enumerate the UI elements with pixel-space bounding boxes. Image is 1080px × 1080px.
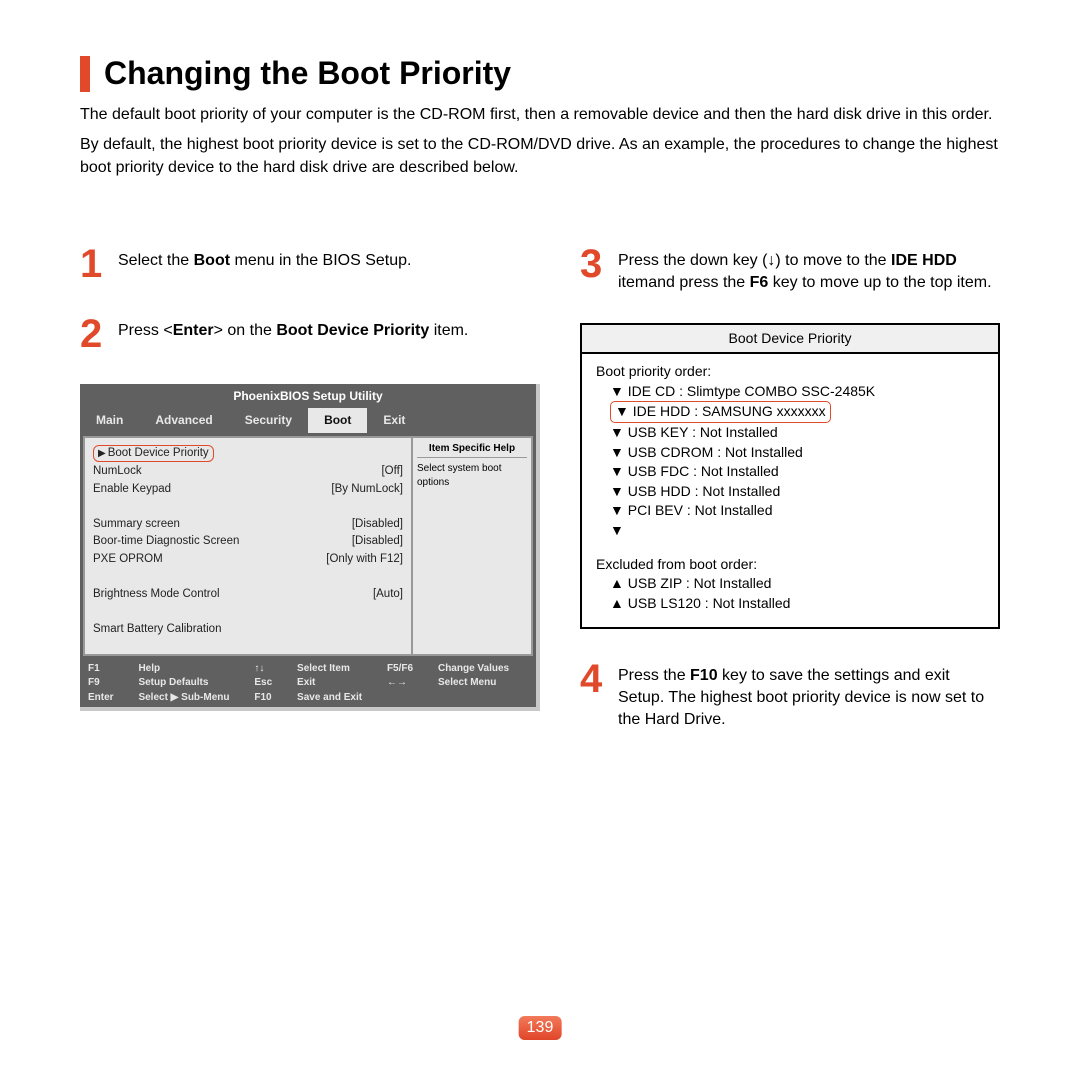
bios-row-brightness: Brightness Mode Control (93, 587, 220, 603)
bios-tab-boot: Boot (308, 408, 367, 432)
step-text-4: Press the F10 key to save the settings a… (618, 659, 1000, 730)
bios-tab-exit: Exit (367, 408, 421, 432)
bios-help-text: Select system boot options (417, 462, 527, 489)
right-column: 3 Press the down key (↓) to move to the … (580, 244, 1000, 760)
priority-item: ▼ (596, 521, 984, 541)
bios-title: PhoenixBIOS Setup Utility (80, 384, 536, 408)
bios-tabs: Main Advanced Security Boot Exit (80, 408, 536, 432)
bios-row-diag: Boor-time Diagnostic Screen (93, 534, 239, 550)
bios-tab-main: Main (80, 408, 139, 432)
priority-item: ▼ USB FDC : Not Installed (596, 462, 984, 482)
excluded-item: ▲ USB LS120 : Not Installed (596, 594, 984, 614)
excluded-item: ▲ USB ZIP : Not Installed (596, 574, 984, 594)
priority-item: ▼ USB CDROM : Not Installed (596, 443, 984, 463)
page-title: Changing the Boot Priority (104, 55, 511, 92)
priority-item: ▼ USB KEY : Not Installed (596, 423, 984, 443)
priority-item: ▼ USB HDD : Not Installed (596, 482, 984, 502)
step-number-3: 3 (580, 244, 608, 293)
step-text-2: Press <Enter> on the Boot Device Priorit… (118, 314, 468, 354)
intro-text-2: By default, the highest boot priority de… (80, 134, 1000, 179)
bios-help-panel: Item Specific Help Select system boot op… (411, 438, 531, 654)
boot-priority-box: Boot Device Priority Boot priority order… (580, 323, 1000, 629)
bios-row-enable-keypad: Enable Keypad (93, 482, 171, 498)
excluded-label: Excluded from boot order: (596, 555, 984, 575)
intro-text-1: The default boot priority of your comput… (80, 104, 1000, 126)
page-number: 139 (519, 1016, 562, 1040)
bios-help-title: Item Specific Help (417, 442, 527, 459)
step-number-1: 1 (80, 244, 108, 284)
boot-priority-order-label: Boot priority order: (596, 362, 984, 382)
bios-tab-security: Security (229, 408, 308, 432)
priority-item: ▼ PCI BEV : Not Installed (596, 501, 984, 521)
step-number-4: 4 (580, 659, 608, 730)
bios-main-panel: Boot Device Priority NumLock[Off] Enable… (85, 438, 411, 654)
bios-footer: F1Help ↑↓Select Item F5/F6Change Values … (80, 659, 536, 708)
bios-row-numlock: NumLock (93, 464, 142, 480)
bios-row-boot-priority: Boot Device Priority (93, 445, 214, 463)
left-column: 1 Select the Boot menu in the BIOS Setup… (80, 244, 540, 760)
bios-row-summary: Summary screen (93, 517, 180, 533)
bios-screenshot: PhoenixBIOS Setup Utility Main Advanced … (80, 384, 540, 711)
priority-item-hdd: ▼ IDE HDD : SAMSUNG xxxxxxx (610, 401, 831, 423)
step-text-3: Press the down key (↓) to move to the ID… (618, 244, 1000, 293)
priority-item: ▼ IDE CD : Slimtype COMBO SSC-2485K (596, 382, 984, 402)
title-accent-bar (80, 56, 90, 92)
step-number-2: 2 (80, 314, 108, 354)
boot-priority-title: Boot Device Priority (582, 325, 998, 354)
bios-tab-advanced: Advanced (139, 408, 228, 432)
bios-row-pxe: PXE OPROM (93, 552, 163, 568)
bios-row-battery: Smart Battery Calibration (93, 622, 221, 638)
step-text-1: Select the Boot menu in the BIOS Setup. (118, 244, 411, 284)
